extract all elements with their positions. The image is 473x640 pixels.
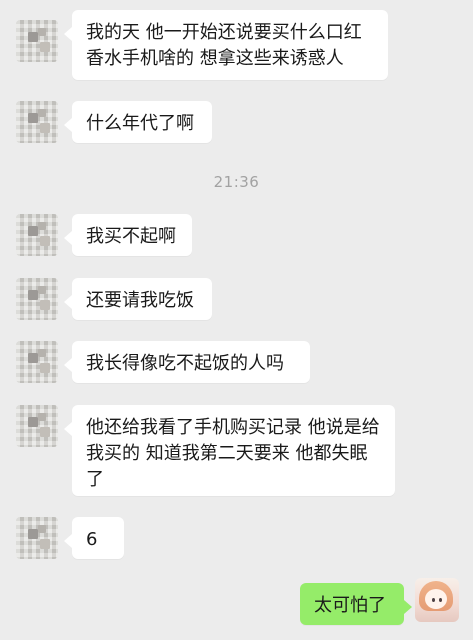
message-text: 还要请我吃饭 <box>86 290 194 311</box>
user-avatar-icon[interactable] <box>415 578 459 622</box>
incoming-message-bubble[interactable]: 我的天 他一开始还说要买什么口红香水手机啥的 想拿这些来诱惑人 <box>64 10 388 80</box>
incoming-message-bubble[interactable]: 还要请我吃饭 <box>64 278 212 320</box>
sender-avatar-icon[interactable] <box>16 405 58 447</box>
sender-avatar-icon[interactable] <box>16 101 58 143</box>
message-text: 6 <box>86 529 98 550</box>
sender-avatar-icon[interactable] <box>16 278 58 320</box>
message-text: 他还给我看了手机购买记录 他说是给我买的 知道我第二天要来 他都失眠了 <box>86 417 380 491</box>
sender-avatar-icon[interactable] <box>16 341 58 383</box>
sender-avatar-icon[interactable] <box>16 517 58 559</box>
chat-conversation: 我的天 他一开始还说要买什么口红香水手机啥的 想拿这些来诱惑人 什么年代了啊 2… <box>0 0 473 640</box>
incoming-message-bubble[interactable]: 他还给我看了手机购买记录 他说是给我买的 知道我第二天要来 他都失眠了 <box>64 405 395 496</box>
incoming-message-bubble[interactable]: 我买不起啊 <box>64 214 192 256</box>
message-text: 我的天 他一开始还说要买什么口红香水手机啥的 想拿这些来诱惑人 <box>86 22 362 70</box>
message-text: 我买不起啊 <box>86 226 176 247</box>
incoming-message-bubble[interactable]: 我长得像吃不起饭的人吗 <box>64 341 310 383</box>
sender-avatar-icon[interactable] <box>16 214 58 256</box>
outgoing-message-bubble[interactable]: 太可怕了 <box>300 583 412 625</box>
incoming-message-bubble[interactable]: 什么年代了啊 <box>64 101 212 143</box>
message-text: 我长得像吃不起饭的人吗 <box>86 353 284 374</box>
time-divider: 21:36 <box>213 173 260 191</box>
message-text: 什么年代了啊 <box>86 113 194 134</box>
sender-avatar-icon[interactable] <box>16 20 58 62</box>
incoming-message-bubble[interactable]: 6 <box>64 517 124 559</box>
message-text: 太可怕了 <box>314 595 386 616</box>
